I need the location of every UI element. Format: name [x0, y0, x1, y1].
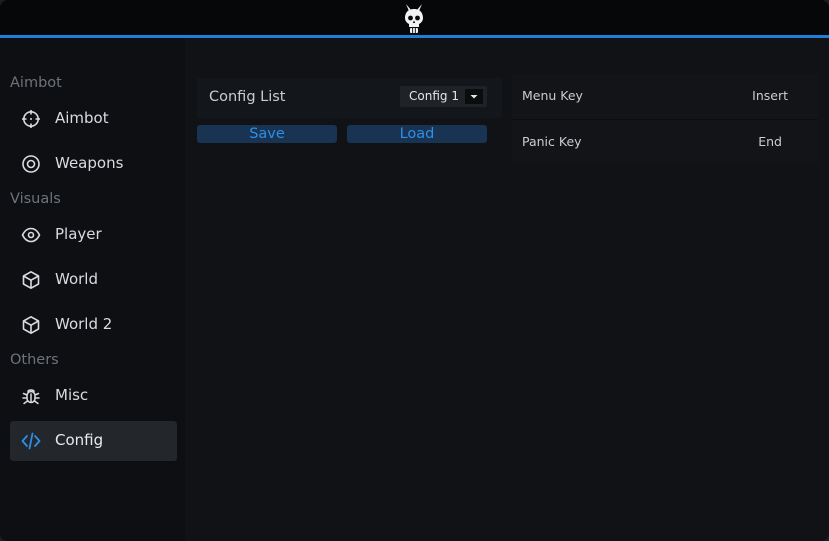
section-title-others: Others	[10, 352, 59, 368]
target-icon	[22, 155, 40, 173]
sidebar-item-label: Aimbot	[55, 109, 109, 127]
save-button[interactable]: Save	[197, 125, 337, 143]
code-icon	[21, 432, 41, 450]
dropdown-button[interactable]	[465, 89, 483, 104]
sidebar-item-misc[interactable]: Misc	[10, 376, 177, 416]
bug-icon	[22, 389, 40, 405]
config-list-label: Config List	[209, 89, 286, 105]
skull-logo-icon	[405, 4, 423, 33]
sidebar-item-label: World 2	[55, 315, 113, 333]
sidebar-item-player[interactable]: Player	[10, 215, 177, 255]
menu-key-label: Menu Key	[522, 88, 583, 103]
cube-icon	[22, 271, 40, 289]
section-title-visuals: Visuals	[10, 191, 61, 207]
menu-key-value[interactable]: Insert	[752, 88, 788, 103]
title-bar[interactable]	[0, 0, 829, 35]
caret-down-icon	[470, 95, 478, 99]
cube-icon	[22, 316, 40, 334]
section-title-aimbot: Aimbot	[10, 75, 62, 91]
sidebar-item-label: Player	[55, 225, 102, 243]
panic-key-value[interactable]: End	[758, 134, 782, 149]
panic-key-label: Panic Key	[522, 134, 582, 149]
sidebar-item-world-2[interactable]: World 2	[10, 305, 177, 345]
panic-key-row: Panic Key End	[512, 120, 818, 164]
sidebar-item-label: World	[55, 270, 98, 288]
sidebar-item-weapons[interactable]: Weapons	[10, 144, 177, 184]
app-window: Aimbot Aimbot Weapons Visuals Player Wor…	[0, 0, 829, 541]
sidebar-item-aimbot[interactable]: Aimbot	[10, 99, 177, 139]
sidebar-item-world[interactable]: World	[10, 260, 177, 300]
sidebar-item-label: Weapons	[55, 154, 124, 172]
sidebar-item-config[interactable]: Config	[10, 421, 177, 461]
eye-icon	[21, 227, 41, 243]
menu-key-row: Menu Key Insert	[512, 74, 818, 118]
config-select[interactable]: Config 1	[400, 86, 487, 107]
crosshair-icon	[22, 110, 40, 128]
load-button[interactable]: Load	[347, 125, 487, 143]
config-select-value: Config 1	[409, 89, 459, 103]
sidebar-item-label: Misc	[55, 386, 89, 404]
sidebar-item-label: Config	[55, 431, 104, 449]
